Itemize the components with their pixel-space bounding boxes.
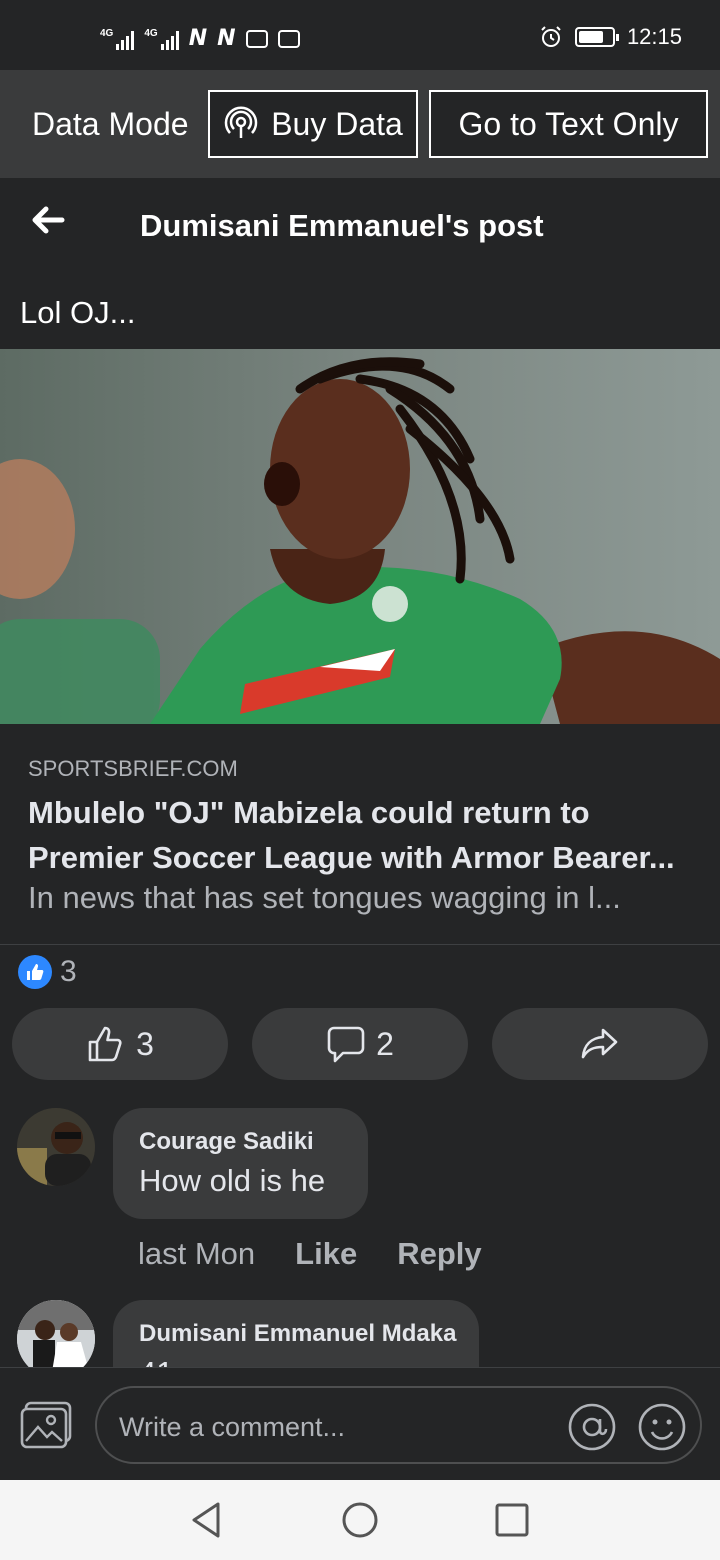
status-right-icons: 12:15 [539, 24, 682, 50]
status-bar: 4G 4G N N 12:15 [0, 0, 720, 70]
buy-data-button[interactable]: Buy Data [208, 90, 418, 158]
nav-recents-icon[interactable] [492, 1500, 532, 1540]
link-description: In news that has set tongues wagging in … [28, 880, 621, 915]
comment-reply-button[interactable]: Reply [397, 1236, 481, 1272]
comment-text: How old is he [139, 1163, 326, 1198]
signal-icon: 4G [144, 28, 179, 50]
back-arrow-icon[interactable] [28, 200, 68, 240]
like-count: 3 [136, 1025, 154, 1062]
data-mode-label: Data Mode [32, 106, 189, 142]
post-text: Lol OJ... [20, 295, 136, 330]
mention-icon[interactable] [567, 1402, 617, 1452]
system-nav-bar [0, 1480, 720, 1560]
buy-data-label: Buy Data [271, 105, 403, 142]
comment-bubble[interactable]: Dumisani Emmanuel Mdaka 41 [113, 1300, 479, 1367]
comment-meta: last Mon Like Reply [138, 1236, 482, 1272]
n-notification-icon: N [188, 26, 208, 51]
share-button[interactable] [492, 1008, 708, 1080]
status-left-icons: 4G 4G N N [100, 26, 300, 51]
battery-icon [574, 27, 619, 47]
comment-time: last Mon [138, 1236, 256, 1271]
comment-placeholder: Write a comment... [119, 1412, 346, 1442]
link-title[interactable]: Mbulelo "OJ" Mabizela could return to Pr… [28, 790, 698, 880]
reaction-count: 3 [60, 955, 77, 988]
post-header: Dumisani Emmanuel's post [0, 178, 720, 273]
photo-icon[interactable] [20, 1401, 72, 1449]
avatar[interactable] [17, 1108, 95, 1186]
clock: 12:15 [626, 24, 682, 49]
comment-bubble[interactable]: Courage Sadiki How old is he [113, 1108, 368, 1219]
comment-item: Dumisani Emmanuel Mdaka 41 [0, 1290, 720, 1367]
emoji-icon[interactable] [637, 1402, 687, 1452]
comment-composer: Write a comment... [0, 1367, 720, 1480]
comment-count: 2 [376, 1025, 394, 1062]
link-domain: SPORTSBRIEF.COM [28, 756, 238, 781]
divider [0, 944, 720, 945]
link-card[interactable]: SPORTSBRIEF.COM Mbulelo "OJ" Mabizela co… [0, 724, 720, 944]
nav-home-icon[interactable] [340, 1500, 380, 1540]
link-preview-image[interactable] [0, 349, 720, 724]
comment-text: 41 [139, 1355, 173, 1367]
comment-author[interactable]: Dumisani Emmanuel Mdaka [139, 1320, 456, 1348]
data-mode-bar: Data Mode Buy Data Go to Text Only [0, 70, 720, 178]
page-title: Dumisani Emmanuel's post [140, 208, 544, 243]
nav-back-icon[interactable] [186, 1500, 226, 1540]
text-only-button[interactable]: Go to Text Only [429, 90, 708, 158]
comment-author[interactable]: Courage Sadiki [139, 1128, 314, 1156]
like-button[interactable]: 3 [12, 1008, 228, 1080]
like-reaction-icon [18, 955, 52, 989]
comment-button[interactable]: 2 [252, 1008, 468, 1080]
n-notification-icon: N [217, 26, 236, 51]
gallery-icon [277, 29, 300, 48]
comment-icon [327, 1026, 365, 1063]
text-only-label: Go to Text Only [458, 105, 679, 142]
avatar[interactable] [17, 1300, 95, 1367]
mail-icon [245, 29, 268, 48]
share-icon [581, 1028, 618, 1059]
signal-icon: 4G [100, 28, 135, 50]
reaction-summary[interactable]: 3 [18, 955, 77, 989]
comment-input[interactable]: Write a comment... [95, 1386, 702, 1464]
thumbs-up-icon [88, 1026, 122, 1062]
comment-like-button[interactable]: Like [295, 1236, 357, 1272]
alarm-icon [541, 26, 561, 47]
broadcast-icon [225, 106, 258, 138]
